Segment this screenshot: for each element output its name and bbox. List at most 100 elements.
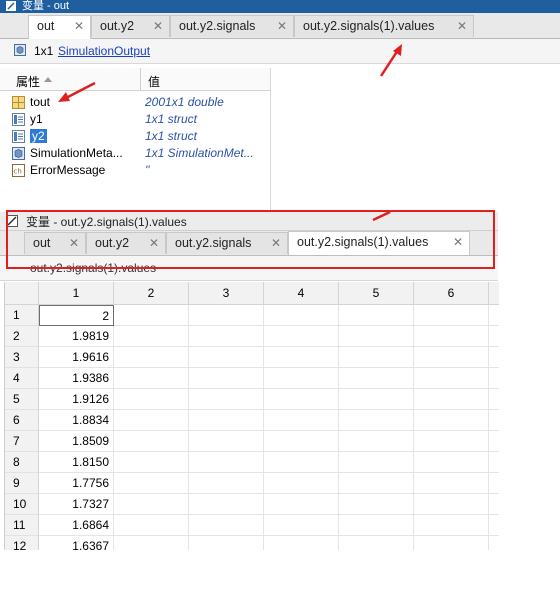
tab-out-y2-signals[interactable]: out.y2.signals ✕ (170, 15, 294, 37)
close-icon[interactable]: ✕ (74, 16, 84, 37)
table-cell-empty[interactable] (414, 431, 489, 452)
property-row-y1[interactable]: y1 1x1 struct (0, 111, 270, 128)
table-cell-value[interactable]: 1.8509 (39, 431, 114, 452)
table-cell-empty[interactable] (489, 368, 499, 389)
table-cell-empty[interactable] (414, 473, 489, 494)
table-cell-empty[interactable] (339, 368, 414, 389)
column-divider[interactable] (140, 68, 141, 90)
property-row-simulationmetadata[interactable]: SimulationMeta... 1x1 SimulationMet... (0, 145, 270, 162)
table-cell-empty[interactable] (189, 368, 264, 389)
column-header-value[interactable]: 值 (148, 73, 160, 90)
table-cell-empty[interactable] (189, 515, 264, 536)
table-cell-empty[interactable] (189, 389, 264, 410)
row-header[interactable]: 2 (5, 326, 39, 347)
table-cell-value[interactable]: 1.8150 (39, 452, 114, 473)
row-header[interactable]: 7 (5, 431, 39, 452)
table-cell-empty[interactable] (414, 368, 489, 389)
table-cell-empty[interactable] (339, 347, 414, 368)
table-cell-empty[interactable] (264, 410, 339, 431)
table-cell-empty[interactable] (414, 515, 489, 536)
table-cell-value[interactable]: 1.9616 (39, 347, 114, 368)
table-cell-empty[interactable] (264, 536, 339, 550)
close-icon[interactable]: ✕ (153, 16, 163, 37)
table-cell-empty[interactable] (264, 389, 339, 410)
table-cell-empty[interactable] (414, 326, 489, 347)
table-cell-value[interactable]: 1.9819 (39, 326, 114, 347)
table-cell-empty[interactable] (489, 410, 499, 431)
table-cell-value[interactable]: 1.9126 (39, 389, 114, 410)
table-cell-empty[interactable] (114, 452, 189, 473)
tab-out[interactable]: out ✕ (28, 15, 91, 39)
table-cell-empty[interactable] (114, 494, 189, 515)
close-icon[interactable]: ✕ (277, 16, 287, 37)
data-grid[interactable]: 1 2 3 4 5 6 1 2 2 1.9819 3 1.9616 4 1.9386 5 1.91… (4, 282, 499, 550)
table-cell-empty[interactable] (114, 326, 189, 347)
table-cell-empty[interactable] (114, 347, 189, 368)
table-cell-empty[interactable] (264, 473, 339, 494)
table-cell-value[interactable]: 1.7327 (39, 494, 114, 515)
table-cell-empty[interactable] (114, 410, 189, 431)
table-cell-empty[interactable] (114, 515, 189, 536)
table-cell-empty[interactable] (264, 452, 339, 473)
table-cell-empty[interactable] (339, 494, 414, 515)
table-cell-empty[interactable] (339, 389, 414, 410)
table-cell-empty[interactable] (339, 515, 414, 536)
table-cell-empty[interactable] (189, 536, 264, 550)
table-cell-empty[interactable] (489, 515, 499, 536)
table-cell-value[interactable]: 1.7756 (39, 473, 114, 494)
column-header-property[interactable]: 属性 (16, 73, 40, 90)
table-cell-empty[interactable] (264, 368, 339, 389)
column-header[interactable]: 6 (414, 282, 489, 305)
row-header[interactable]: 4 (5, 368, 39, 389)
table-cell-empty[interactable] (414, 452, 489, 473)
table-cell-empty[interactable] (339, 410, 414, 431)
table-cell-empty[interactable] (414, 410, 489, 431)
property-row-y2[interactable]: y2 1x1 struct (0, 128, 270, 145)
table-cell-empty[interactable] (264, 326, 339, 347)
table-cell-empty[interactable] (264, 431, 339, 452)
row-header[interactable]: 1 (5, 305, 39, 326)
table-cell-empty[interactable] (489, 389, 499, 410)
table-cell-empty[interactable] (114, 368, 189, 389)
table-cell-empty[interactable] (189, 452, 264, 473)
table-cell-empty[interactable] (189, 326, 264, 347)
column-header[interactable]: 4 (264, 282, 339, 305)
table-cell-empty[interactable] (264, 305, 339, 326)
table-cell-empty[interactable] (264, 515, 339, 536)
table-cell-value[interactable]: 1.8834 (39, 410, 114, 431)
table-cell-empty[interactable] (189, 473, 264, 494)
table-cell-value[interactable]: 1.6367 (39, 536, 114, 550)
table-cell-empty[interactable] (339, 326, 414, 347)
table-cell-empty[interactable] (114, 431, 189, 452)
tab-out-y2[interactable]: out.y2 ✕ (91, 15, 170, 37)
property-row-errormessage[interactable]: ch ErrorMessage '' (0, 162, 270, 179)
table-cell-empty[interactable] (489, 473, 499, 494)
table-cell-empty[interactable] (489, 536, 499, 550)
table-cell-empty[interactable] (414, 494, 489, 515)
property-row-tout[interactable]: tout 2001x1 double (0, 94, 270, 111)
row-header[interactable]: 6 (5, 410, 39, 431)
table-cell-value[interactable]: 1.9386 (39, 368, 114, 389)
table-cell-empty[interactable] (414, 536, 489, 550)
row-header[interactable]: 5 (5, 389, 39, 410)
table-cell-empty[interactable] (264, 347, 339, 368)
table-cell-empty[interactable] (114, 536, 189, 550)
table-cell-empty[interactable] (414, 305, 489, 326)
table-cell-empty[interactable] (189, 305, 264, 326)
table-cell-empty[interactable] (339, 536, 414, 550)
row-header[interactable]: 12 (5, 536, 39, 550)
column-header[interactable]: 2 (114, 282, 189, 305)
table-cell-empty[interactable] (489, 452, 499, 473)
table-cell-empty[interactable] (489, 347, 499, 368)
table-cell-empty[interactable] (489, 326, 499, 347)
table-cell-empty[interactable] (114, 389, 189, 410)
column-header[interactable]: 1 (39, 282, 114, 305)
table-cell-empty[interactable] (414, 389, 489, 410)
table-cell-empty[interactable] (489, 305, 499, 326)
table-cell-empty[interactable] (339, 431, 414, 452)
table-cell-empty[interactable] (189, 347, 264, 368)
row-header[interactable]: 11 (5, 515, 39, 536)
tab-out-y2-signals-values[interactable]: out.y2.signals(1).values ✕ (294, 15, 474, 37)
table-cell-empty[interactable] (264, 494, 339, 515)
table-cell-empty[interactable] (114, 305, 189, 326)
